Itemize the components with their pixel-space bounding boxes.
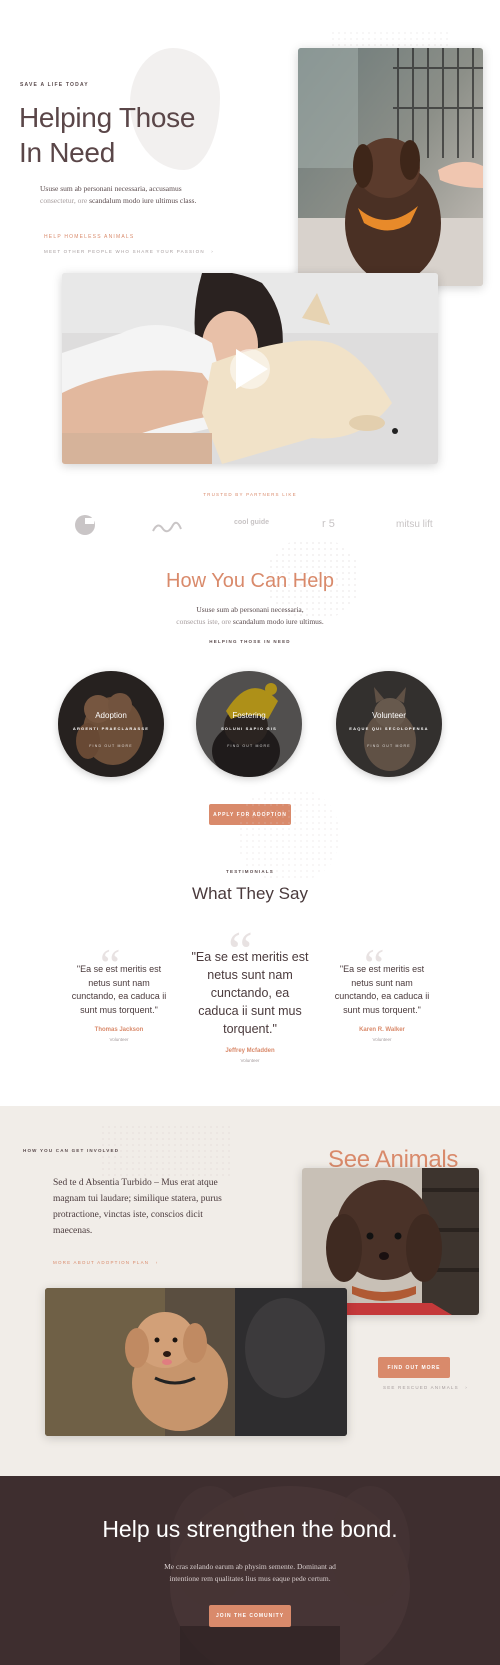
fostering-subtitle: SOLUNI SAPIO GIS bbox=[221, 726, 277, 731]
find-out-more-button[interactable]: FIND OUT MORE bbox=[378, 1357, 450, 1378]
partner-logo-5[interactable]: mitsu lift bbox=[396, 519, 433, 530]
footer-body-line2: intentione rem qualitates lius mus eaque… bbox=[169, 1574, 331, 1583]
hero-body-text: Ususe sum ab personani necessaria, accus… bbox=[40, 184, 182, 193]
hero-body-text-end: scandalum modo iure ultimus class. bbox=[87, 196, 197, 205]
fostering-title: Fostering bbox=[232, 711, 266, 720]
testimonial-name: Karen R. Walker bbox=[359, 1027, 405, 1033]
fostering-card[interactable]: Fostering SOLUNI SAPIO GIS FIND OUT MORE bbox=[196, 671, 302, 777]
involved-eyebrow: HOW YOU CAN GET INVOLVED bbox=[23, 1148, 120, 1153]
help-eyebrow: HELPING THOSE IN NEED bbox=[209, 639, 291, 644]
partner-logo-1[interactable] bbox=[74, 514, 96, 541]
help-body: Ususe sum ab personani necessaria, conse… bbox=[0, 604, 500, 628]
testimonial-role: Volunteer bbox=[240, 1058, 260, 1063]
partners-label: TRUSTED BY PARTNERS LIKE bbox=[203, 492, 297, 497]
help-body-line2: consectus iste, ore scandalum modo iure … bbox=[0, 616, 500, 628]
testimonial-quote: "Ea se est meritis est netus sunt nam cu… bbox=[191, 950, 309, 1036]
help-body-line1: Ususe sum ab personani necessaria, bbox=[196, 605, 304, 614]
adoption-plan-link[interactable]: MORE ABOUT ADOPTION PLAN › bbox=[53, 1260, 158, 1265]
adoption-subtitle: ARGENTI PRAECLARASSE bbox=[72, 726, 150, 731]
meet-people-label: MEET OTHER PEOPLE WHO SHARE YOUR PASSION bbox=[44, 249, 205, 254]
footer-cta-title: Help us strengthen the bond. bbox=[102, 1516, 398, 1542]
partner-logo-3[interactable]: cool guide bbox=[234, 519, 270, 526]
adoption-title: Adoption bbox=[95, 711, 127, 720]
testimonials-eyebrow: TESTIMONIALS bbox=[226, 869, 274, 874]
footer-body-line1: Me cras zelando earum ab physim semente.… bbox=[164, 1562, 336, 1571]
apricot-poodle-photo bbox=[45, 1288, 347, 1436]
testimonial-role: Volunteer bbox=[109, 1037, 129, 1042]
testimonial-2: "Ea se est meritis est netus sunt nam cu… bbox=[191, 948, 309, 1063]
partner-logo-2[interactable] bbox=[152, 520, 182, 538]
adoption-cta[interactable]: FIND OUT MORE bbox=[58, 744, 164, 748]
testimonial-quote: "Ea se est meritis est netus sunt nam cu… bbox=[71, 964, 167, 1015]
arrow-right-icon: › bbox=[211, 249, 214, 254]
volunteer-cta[interactable]: FIND OUT MORE bbox=[336, 744, 442, 748]
adoption-plan-label: MORE ABOUT ADOPTION PLAN bbox=[53, 1260, 150, 1265]
meet-people-link[interactable]: MEET OTHER PEOPLE WHO SHARE YOUR PASSION… bbox=[44, 249, 214, 254]
hero-title: Helping Those In Need bbox=[19, 100, 195, 170]
see-rescued-label: SEE RESCUED ANIMALS bbox=[383, 1385, 459, 1390]
play-icon bbox=[236, 349, 268, 389]
testimonial-quote: "Ea se est meritis est netus sunt nam cu… bbox=[334, 964, 430, 1015]
hero-body: Ususe sum ab personani necessaria, accus… bbox=[40, 183, 200, 207]
arrow-right-icon: › bbox=[155, 1260, 159, 1265]
volunteer-card[interactable]: Volunteer EAQUE QUI SECOLOPENSA FIND OUT… bbox=[336, 671, 442, 777]
volunteer-title: Volunteer bbox=[372, 711, 406, 720]
testimonial-role: Volunteer bbox=[372, 1037, 392, 1042]
hero-title-line1: Helping Those bbox=[19, 102, 196, 133]
involved-dots-decoration bbox=[100, 1124, 230, 1176]
partner-logo-4[interactable]: r 5 bbox=[322, 518, 335, 530]
see-rescued-link[interactable]: SEE RESCUED ANIMALS › bbox=[383, 1385, 468, 1390]
help-body-muted: consectus iste, ore bbox=[176, 617, 232, 626]
fostering-cta[interactable]: FIND OUT MORE bbox=[196, 744, 302, 748]
testimonial-3: "Ea se est meritis est netus sunt nam cu… bbox=[329, 963, 435, 1042]
hero-title-line2: In Need bbox=[19, 137, 115, 168]
testimonials-title: What They Say bbox=[192, 884, 308, 903]
hero-eyebrow: SAVE A LIFE TODAY bbox=[20, 82, 89, 88]
hero-dog-photo bbox=[298, 48, 483, 286]
help-homeless-link[interactable]: HELP HOMELESS ANIMALS bbox=[44, 234, 134, 240]
volunteer-subtitle: EAQUE QUI SECOLOPENSA bbox=[349, 726, 429, 731]
testimonial-1: "Ea se est meritis est netus sunt nam cu… bbox=[66, 963, 172, 1042]
arrow-right-icon: › bbox=[465, 1385, 468, 1390]
testimonial-name: Thomas Jackson bbox=[94, 1027, 144, 1033]
testimonial-name: Jeffrey Mcfadden bbox=[225, 1048, 275, 1054]
play-button[interactable] bbox=[230, 349, 270, 389]
hero-body-muted: consectetur, ore bbox=[40, 196, 88, 205]
footer-cta-body: Me cras zelando earum ab physim semente.… bbox=[0, 1561, 500, 1585]
join-community-button[interactable]: JOIN THE COMUNITY bbox=[209, 1605, 291, 1627]
video-panel[interactable] bbox=[62, 273, 438, 464]
help-title: How You Can Help bbox=[166, 570, 334, 592]
adoption-card[interactable]: Adoption ARGENTI PRAECLARASSE FIND OUT M… bbox=[58, 671, 164, 777]
involved-body: Sed te d Absentia Turbido – Mus erat atq… bbox=[53, 1178, 222, 1236]
mid-dots-decoration bbox=[238, 790, 338, 880]
help-body-end: scandalum modo iure ultimus. bbox=[231, 617, 324, 626]
